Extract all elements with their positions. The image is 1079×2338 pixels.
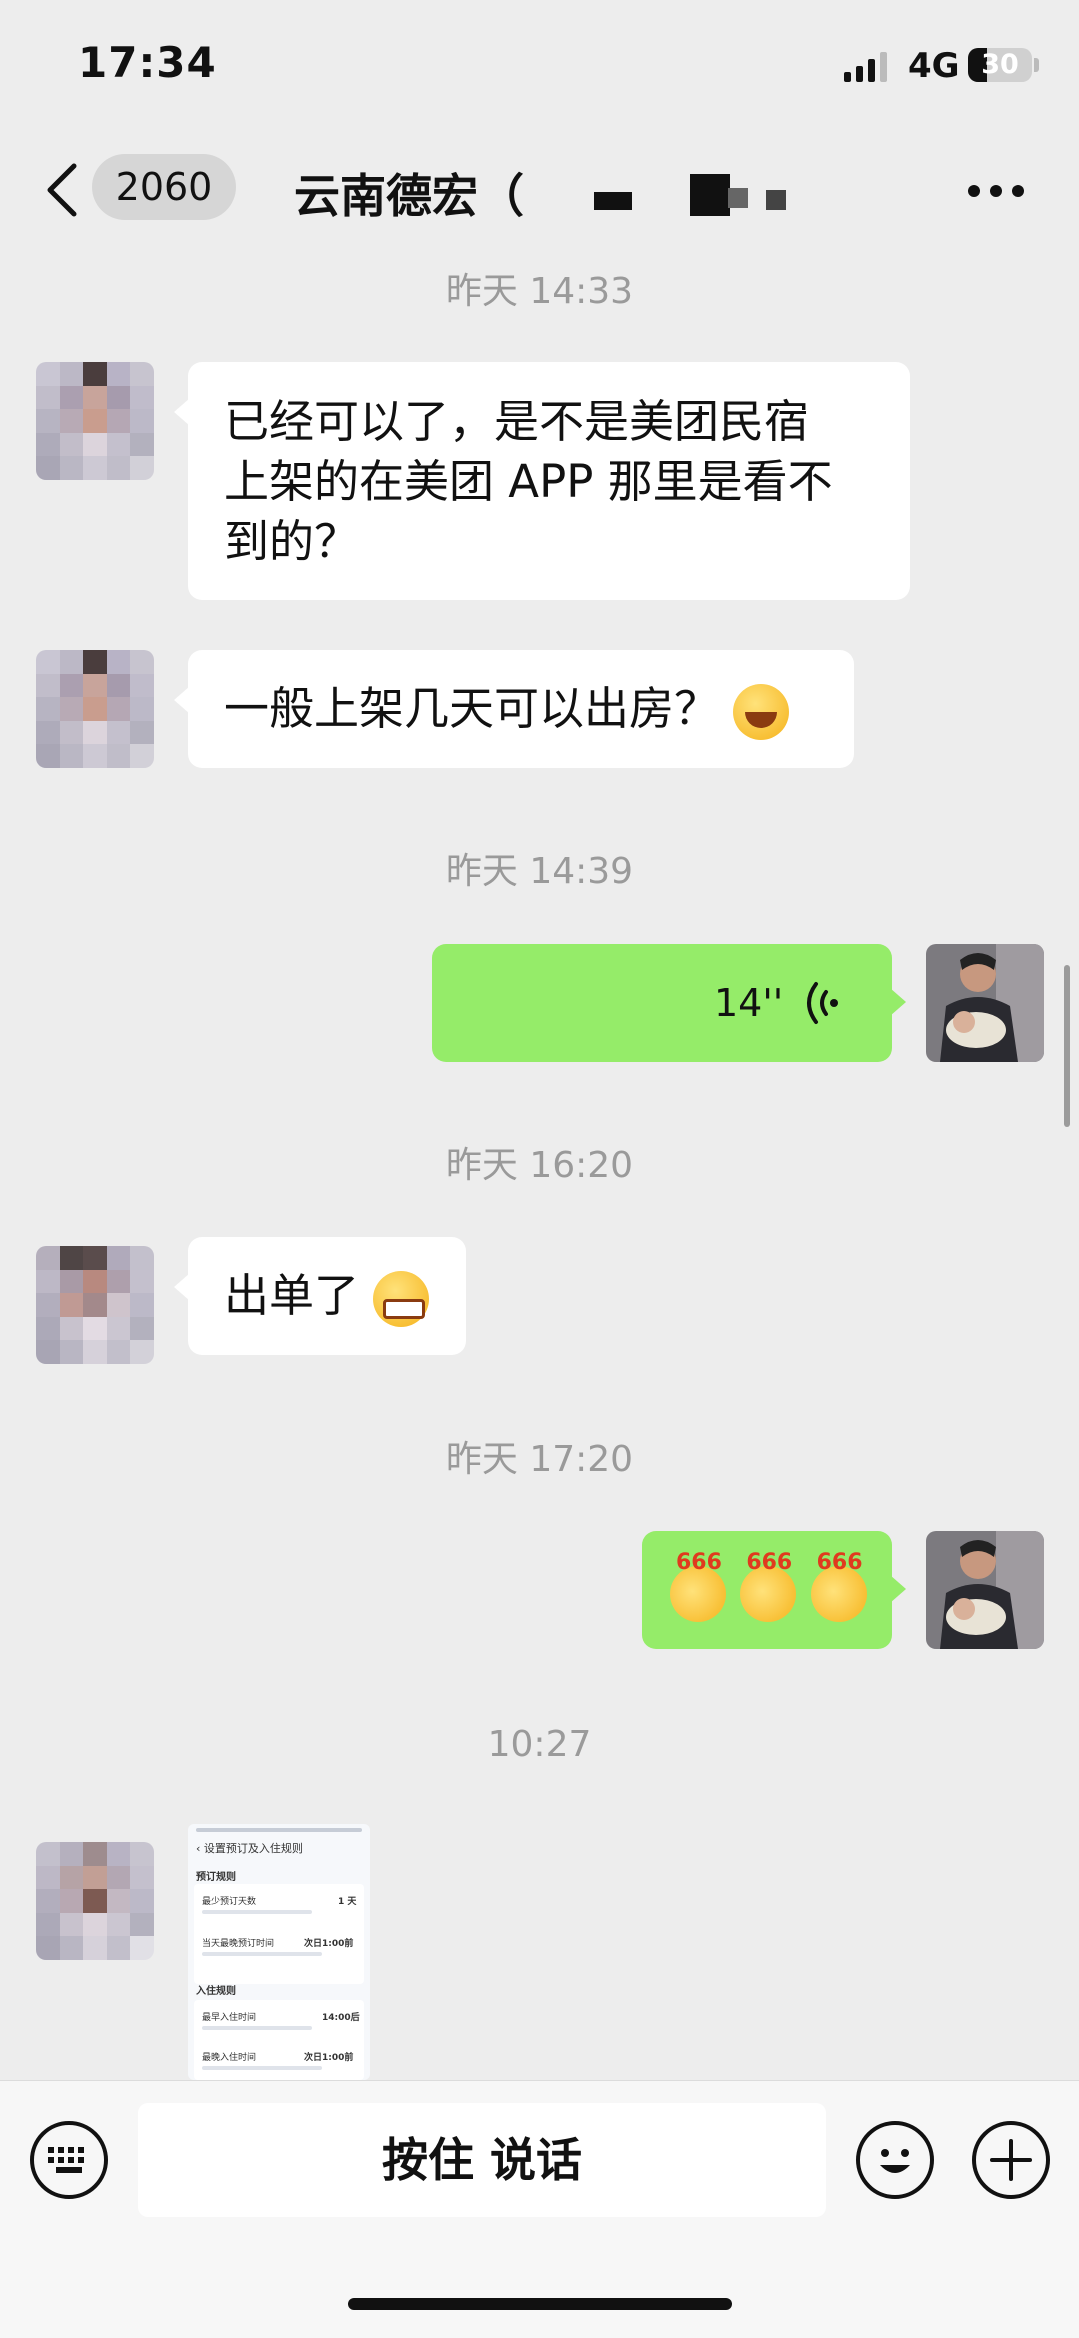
message-bubble[interactable]: 已经可以了，是不是美团民宿 上架的在美团 APP 那里是看不 到的？ xyxy=(174,362,910,600)
message-timestamp: 10:27 xyxy=(487,1724,592,1765)
contact-avatar[interactable] xyxy=(36,650,154,768)
thumb-hint xyxy=(202,1952,322,1956)
network-type: 4G xyxy=(908,46,960,86)
thumb-hint xyxy=(202,1910,312,1914)
avatar-mosaic xyxy=(36,650,154,768)
image-message[interactable]: ‹ 设置预订及入住规则 预订规则 最少预订天数 1 天 当天最晚预订时间 次日1… xyxy=(188,1824,370,2080)
back-button[interactable] xyxy=(40,158,90,222)
battery-level: 30 xyxy=(981,49,1019,80)
emoji-label: 666 xyxy=(816,1550,863,1575)
message-line: 已经可以了，是不是美团民宿 xyxy=(224,395,810,448)
plus-icon xyxy=(990,2139,1032,2181)
thumb-row-label: 最晚入住时间 xyxy=(202,2053,257,2063)
message-timestamp: 昨天 14:39 xyxy=(445,851,634,892)
message-text: 一般上架几天可以出房？ xyxy=(224,682,720,735)
thumb-row-value: 14:00后 xyxy=(322,2013,360,2023)
thumb-section: 预订规则 xyxy=(196,1872,236,1883)
voice-wave-icon xyxy=(807,982,838,1024)
redacted-block xyxy=(728,188,748,208)
status-bar: 17:34 4G 30 xyxy=(0,0,1079,130)
message-timestamp: 昨天 17:20 xyxy=(445,1439,634,1480)
chat-header: 2060 云南德宏（ xyxy=(0,130,1079,250)
666-emoji-icon: 666 xyxy=(740,1552,797,1622)
redacted-block xyxy=(766,190,786,210)
voice-message-bubble[interactable]: 14'' xyxy=(432,944,906,1062)
666-emoji-icon: 666 xyxy=(670,1552,726,1622)
chevron-left-icon xyxy=(47,163,77,217)
home-indicator xyxy=(348,2298,732,2310)
thumb-row-label: 最少预订天数 xyxy=(202,1897,257,1907)
redacted-block xyxy=(690,174,730,216)
thumb-hint xyxy=(202,2026,312,2030)
chat-title[interactable]: 云南德宏（ xyxy=(294,160,524,226)
keyboard-button[interactable] xyxy=(30,2121,108,2199)
my-avatar[interactable] xyxy=(926,1531,1044,1649)
plus-button[interactable] xyxy=(972,2121,1050,2199)
contact-avatar[interactable] xyxy=(36,1842,154,1960)
thumb-row-value: 次日1:00前 xyxy=(304,2053,354,2063)
message-timestamp: 昨天 16:20 xyxy=(445,1145,634,1186)
avatar-photo xyxy=(926,1531,1044,1649)
signal-bars-icon xyxy=(844,50,887,82)
voice-duration: 14'' xyxy=(714,981,784,1025)
message-bubble[interactable]: 出单了 xyxy=(174,1237,466,1355)
sticker-message-bubble[interactable]: 666 666 666 xyxy=(642,1531,906,1649)
more-dot xyxy=(1012,185,1024,197)
thumb-row-value: 1 天 xyxy=(338,1897,357,1907)
status-time: 17:34 xyxy=(78,38,217,87)
message-line: 上架的在美团 APP 那里是看不 xyxy=(224,455,833,508)
unread-count-badge[interactable]: 2060 xyxy=(92,154,236,220)
keyboard-icon xyxy=(48,2147,84,2173)
message-line: 到的？ xyxy=(224,515,360,568)
thumb-hint xyxy=(202,2066,322,2070)
more-button[interactable] xyxy=(968,182,1028,200)
redacted-block xyxy=(594,192,632,210)
thumb-section: 入住规则 xyxy=(196,1986,236,1997)
emoji-label: 666 xyxy=(676,1550,722,1575)
smiley-icon xyxy=(880,2149,910,2173)
battery-tip xyxy=(1034,58,1039,72)
grin-emoji-icon xyxy=(373,1271,430,1327)
thumb-header-text: 设置预订及入住规则 xyxy=(203,1842,303,1855)
avatar-mosaic xyxy=(36,362,154,480)
thumb-row-value: 次日1:00前 xyxy=(304,1939,354,1949)
thumb-row-label: 最早入住时间 xyxy=(202,2013,257,2023)
emoji-label: 666 xyxy=(746,1550,793,1575)
avatar-photo xyxy=(926,944,1044,1062)
avatar-mosaic xyxy=(36,1842,154,1960)
avatar-mosaic xyxy=(36,1246,154,1364)
message-bubble[interactable]: 一般上架几天可以出房？ xyxy=(174,650,854,768)
battery-icon: 30 xyxy=(968,48,1032,82)
thumb-header: ‹ 设置预订及入住规则 xyxy=(196,1842,303,1855)
more-dot xyxy=(990,185,1002,197)
laughing-tears-emoji-icon xyxy=(733,684,790,740)
scrollbar[interactable] xyxy=(1064,965,1070,1127)
hold-to-talk-button[interactable]: 按住 说话 xyxy=(138,2103,826,2217)
my-avatar[interactable] xyxy=(926,944,1044,1062)
thumb-statusbar xyxy=(196,1828,362,1832)
emoji-button[interactable] xyxy=(856,2121,934,2199)
message-timestamp: 昨天 14:33 xyxy=(445,271,634,312)
contact-avatar[interactable] xyxy=(36,1246,154,1364)
666-emoji-icon: 666 xyxy=(810,1552,867,1622)
message-text: 出单了 xyxy=(224,1269,360,1322)
contact-avatar[interactable] xyxy=(36,362,154,480)
thumb-row-label: 当天最晚预订时间 xyxy=(202,1939,275,1949)
more-dot xyxy=(968,185,980,197)
